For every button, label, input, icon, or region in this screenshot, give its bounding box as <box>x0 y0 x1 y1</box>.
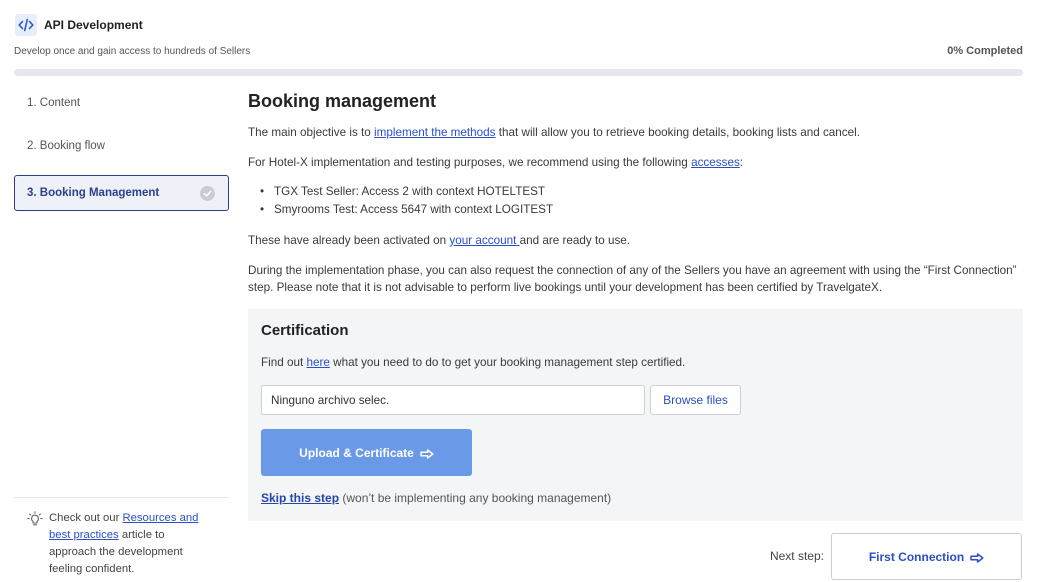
list-item: Smyrooms Test: Access 5647 with context … <box>248 201 553 219</box>
activated-text-end: and are ready to use. <box>519 234 631 247</box>
app-subtitle: Develop once and gain access to hundreds… <box>14 46 251 57</box>
upload-certificate-label[interactable]: Upload & Certificate <box>299 446 414 460</box>
main-content: Booking management The main objective is… <box>248 0 1023 582</box>
intro-text-end: that will allow you to retrieve booking … <box>495 126 860 139</box>
next-step-label: Next step: <box>769 549 824 563</box>
certification-panel: Certification Find out here what you nee… <box>248 309 1023 521</box>
check-circle-icon <box>200 185 215 201</box>
code-icon <box>15 14 37 36</box>
sidebar-item-content[interactable]: 1. Content <box>14 85 229 121</box>
testing-text-end: : <box>739 156 744 169</box>
page-title: Booking management <box>248 91 437 111</box>
activated-text-start: These have already been activated on <box>248 234 450 247</box>
sidebar-item-booking-management[interactable]: 3. Booking Management <box>14 175 229 211</box>
intro-text-start: The main objective is to <box>248 126 375 139</box>
arrow-right-icon <box>970 552 984 563</box>
sidebar-item-booking-flow[interactable]: 2. Booking flow <box>14 128 229 164</box>
testing-text: For Hotel-X implementation and testing p… <box>248 154 1023 171</box>
upload-certificate-button[interactable]: Upload & Certificate <box>261 429 472 476</box>
list-item: TGX Test Seller: Access 2 with context H… <box>248 183 553 201</box>
sidebar-item-label[interactable]: 1. Content <box>27 97 80 109</box>
next-step-button-label[interactable]: First Connection <box>869 550 964 564</box>
tip-text-start: Check out our <box>49 512 123 524</box>
implement-methods-link[interactable]: implement the methods <box>374 126 495 139</box>
file-input-value[interactable]: Ninguno archivo selec. <box>271 394 389 407</box>
activated-text: These have already been activated on you… <box>248 232 1023 249</box>
app-title: API Development <box>44 18 143 32</box>
sidebar-item-label[interactable]: 2. Booking flow <box>27 140 105 152</box>
implementation-note: During the implementation phase, you can… <box>248 264 1017 294</box>
browse-files-button[interactable]: Browse files <box>650 385 741 415</box>
skip-row: Skip this step (won’t be implementing an… <box>261 490 611 507</box>
lightbulb-icon <box>27 511 43 527</box>
next-step-button[interactable]: First Connection <box>831 533 1022 580</box>
skip-note: (won’t be implementing any booking manag… <box>339 491 612 505</box>
testing-text-start: For Hotel-X implementation and testing p… <box>248 156 692 169</box>
access-list: TGX Test Seller: Access 2 with context H… <box>248 183 553 219</box>
your-account-link[interactable]: your account <box>449 234 519 247</box>
file-input[interactable]: Ninguno archivo selec. <box>261 385 645 415</box>
certification-info-end: what you need to do to get your booking … <box>329 356 686 369</box>
certification-info: Find out here what you need to do to get… <box>261 354 685 371</box>
sidebar-divider <box>14 497 229 498</box>
intro-text: The main objective is to implement the m… <box>248 124 1023 141</box>
arrow-right-icon <box>420 448 434 459</box>
accesses-link[interactable]: accesses <box>691 156 740 169</box>
sidebar-item-label[interactable]: 3. Booking Management <box>27 187 159 199</box>
resources-tip: Check out our Resources and best practic… <box>49 510 201 578</box>
skip-step-link[interactable]: Skip this step <box>261 491 339 505</box>
certification-title: Certification <box>261 322 349 339</box>
certification-info-start: Find out <box>261 356 307 369</box>
certification-here-link[interactable]: here <box>306 356 329 369</box>
